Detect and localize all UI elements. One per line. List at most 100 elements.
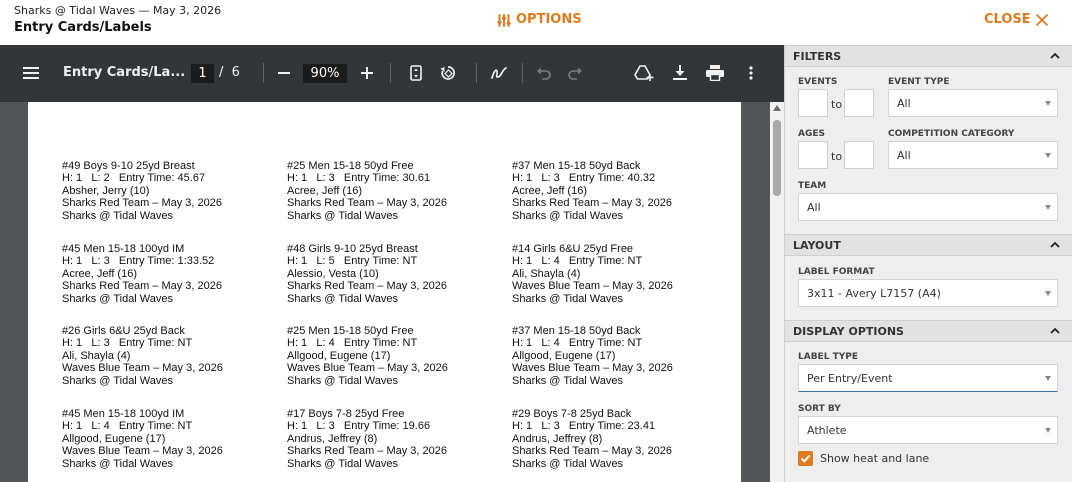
entry-label-line: #48 Girls 9-10 25yd Breast — [287, 243, 418, 255]
entry-label-line: H: 1 L: 3 Entry Time: 1:33.52 — [62, 255, 215, 268]
label-format-select[interactable]: 3x11 - Avery L7157 (A4) — [798, 279, 1058, 307]
events-from-input[interactable] — [798, 89, 828, 117]
entry-label-line: Sharks Red Team – May 3, 2026 — [287, 280, 447, 293]
ages-label: AGES — [798, 129, 825, 139]
ages-to-input[interactable] — [844, 141, 874, 169]
label-type-select[interactable]: Per Entry/Event — [798, 364, 1058, 392]
page-count: / 6 — [219, 65, 240, 80]
entry-label-line: H: 1 L: 5 Entry Time: NT — [287, 255, 418, 268]
zoom-level-input[interactable]: 90% — [303, 64, 347, 83]
entry-label-line: #14 Girls 6&U 25yd Free — [512, 243, 634, 255]
entry-label-line: Sharks Red Team – May 3, 2026 — [512, 197, 672, 210]
document-page: #49 Boys 9-10 25yd Breast H: 1 L: 2 Entry… — [28, 102, 741, 482]
team-value: All — [807, 201, 821, 214]
events-to-input[interactable] — [844, 89, 874, 117]
redo-icon[interactable] — [566, 64, 584, 82]
entry-label: #29 Boys 7-8 25yd Back H: 1 L: 3 Entry Ti… — [512, 408, 732, 470]
entry-label-line: #25 Men 15-18 50yd Free — [287, 325, 414, 337]
fit-page-icon[interactable] — [407, 64, 425, 82]
entry-label: #25 Men 15-18 50yd Free H: 1 L: 3 Entry T… — [287, 160, 507, 222]
rotate-icon[interactable] — [438, 64, 458, 82]
label-type-value: Per Entry/Event — [807, 372, 893, 385]
entry-label-line: Sharks Red Team – May 3, 2026 — [287, 197, 447, 210]
entry-label-line: H: 1 L: 3 Entry Time: 40.32 — [512, 172, 656, 185]
chevron-up-icon — [1050, 327, 1060, 334]
entry-label-line: Waves Blue Team – May 3, 2026 — [512, 362, 673, 375]
display-options-title: DISPLAY OPTIONS — [793, 325, 904, 338]
entry-label-line: H: 1 L: 3 Entry Time: NT — [62, 337, 193, 350]
caret-down-icon — [1045, 376, 1051, 381]
ages-from-input[interactable] — [798, 141, 828, 169]
layout-section-header[interactable]: LAYOUT — [785, 234, 1072, 256]
add-drive-icon[interactable] — [634, 63, 654, 83]
team-select[interactable]: All — [798, 193, 1058, 221]
scroll-up-arrow-icon[interactable] — [773, 105, 781, 111]
options-label: OPTIONS — [516, 12, 582, 27]
entry-label-line: H: 1 L: 4 Entry Time: NT — [512, 255, 643, 268]
competition-category-label: COMPETITION CATEGORY — [888, 129, 1015, 139]
checkmark-icon — [800, 454, 811, 463]
entry-label: #14 Girls 6&U 25yd Free H: 1 L: 4 Entry T… — [512, 243, 732, 305]
entry-label-line: #45 Men 15-18 100yd IM — [62, 243, 185, 255]
scrollbar-thumb[interactable] — [773, 120, 781, 196]
ages-to-label: to — [831, 150, 843, 163]
entry-label-line: Waves Blue Team – May 3, 2026 — [512, 280, 673, 293]
entry-label-line: Waves Blue Team – May 3, 2026 — [287, 362, 448, 375]
entry-label: #25 Men 15-18 50yd Free H: 1 L: 4 Entry T… — [287, 325, 507, 387]
entry-label-line: Absher, Jerry (10) — [62, 184, 150, 197]
chevron-up-icon — [1050, 241, 1060, 248]
entry-label: #45 Men 15-18 100yd IM H: 1 L: 4 Entry Ti… — [62, 408, 282, 470]
sliders-icon — [497, 13, 511, 27]
entry-label-line: H: 1 L: 3 Entry Time: 30.61 — [287, 172, 431, 185]
filters-section-header[interactable]: FILTERS — [785, 45, 1072, 67]
entry-label-line: #45 Men 15-18 100yd IM — [62, 408, 185, 420]
download-icon[interactable] — [671, 64, 689, 82]
viewer-scrollbar[interactable] — [770, 102, 784, 482]
caret-down-icon — [1045, 153, 1051, 158]
entry-label-line: #29 Boys 7-8 25yd Back — [512, 408, 632, 420]
entry-label-line: Acree, Jeff (16) — [62, 267, 137, 280]
close-icon — [1035, 13, 1048, 26]
entry-label-line: #37 Men 15-18 50yd Back — [512, 325, 641, 337]
close-button[interactable]: CLOSE — [984, 12, 1048, 27]
caret-down-icon — [1045, 205, 1051, 210]
menu-icon[interactable] — [22, 64, 40, 82]
entry-label-line: Sharks @ Tidal Waves — [62, 292, 174, 305]
show-heat-lane-label: Show heat and lane — [820, 452, 930, 465]
event-type-select[interactable]: All — [888, 89, 1058, 117]
entry-label-line: Sharks @ Tidal Waves — [512, 457, 624, 470]
zoom-out-icon[interactable] — [275, 64, 293, 82]
meet-name: Sharks @ Tidal Waves — May 3, 2026 — [14, 4, 222, 17]
print-icon[interactable] — [705, 64, 725, 82]
show-heat-lane-checkbox[interactable] — [798, 451, 813, 466]
event-type-value: All — [897, 97, 911, 110]
entry-label-line: Sharks @ Tidal Waves — [512, 374, 624, 387]
page-number-input[interactable]: 1 — [191, 64, 214, 83]
sort-by-label: SORT BY — [798, 404, 841, 414]
entry-label: #17 Boys 7-8 25yd Free H: 1 L: 3 Entry Ti… — [287, 408, 507, 470]
entry-label-line: #37 Men 15-18 50yd Back — [512, 160, 641, 172]
entry-label-line: H: 1 L: 4 Entry Time: NT — [512, 337, 643, 350]
toolbar-divider — [263, 63, 264, 83]
entry-label: #37 Men 15-18 50yd Back H: 1 L: 3 Entry T… — [512, 160, 732, 222]
toolbar-divider — [522, 63, 523, 83]
display-options-section-header[interactable]: DISPLAY OPTIONS — [785, 320, 1072, 342]
entry-label-line: Sharks @ Tidal Waves — [287, 457, 399, 470]
zoom-in-icon[interactable] — [358, 64, 376, 82]
more-icon[interactable] — [742, 64, 760, 82]
annotate-icon[interactable] — [489, 64, 509, 82]
sort-by-select[interactable]: Athlete — [798, 416, 1058, 444]
options-button[interactable]: OPTIONS — [497, 12, 582, 27]
entry-label-line: Sharks @ Tidal Waves — [512, 209, 624, 222]
pdf-toolbar: Entry Cards/La... 1 / 6 90% — [0, 45, 784, 102]
competition-category-select[interactable]: All — [888, 141, 1058, 169]
entry-label-line: Waves Blue Team – May 3, 2026 — [62, 445, 223, 458]
entry-label-line: #49 Boys 9-10 25yd Breast — [62, 160, 195, 172]
undo-icon[interactable] — [535, 64, 553, 82]
document-page-area[interactable]: #49 Boys 9-10 25yd Breast H: 1 L: 2 Entry… — [0, 102, 784, 482]
entry-label-line: H: 1 L: 4 Entry Time: NT — [287, 337, 418, 350]
events-to-label: to — [831, 98, 843, 111]
entry-label-line: H: 1 L: 4 Entry Time: NT — [62, 420, 193, 433]
events-label: EVENTS — [798, 77, 838, 87]
entry-label: #48 Girls 9-10 25yd Breast H: 1 L: 5 Entr… — [287, 243, 507, 305]
